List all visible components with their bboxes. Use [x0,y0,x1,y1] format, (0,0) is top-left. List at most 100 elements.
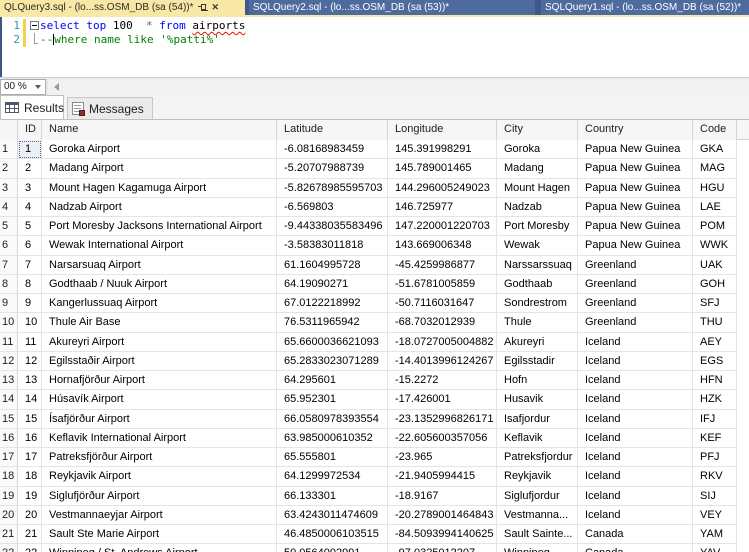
pin-icon[interactable] [197,3,208,12]
grid-cell[interactable]: 3 [18,178,42,198]
grid-cell[interactable]: Iceland [578,428,693,448]
grid-cell[interactable]: Sondrestrom [497,294,578,314]
chevron-down-icon[interactable] [32,80,44,93]
grid-cell[interactable]: 19 [18,486,42,506]
grid-cell[interactable]: 11 [18,332,42,352]
grid-cell[interactable]: -21.9405994415 [388,467,497,487]
grid-cell[interactable]: YAM [693,525,737,545]
grid-cell[interactable]: 146.725977 [388,197,497,217]
grid-cell[interactable]: Canada [578,544,693,552]
grid-cell[interactable]: Akureyri Airport [42,332,277,352]
grid-cell[interactable]: Papua New Guinea [578,217,693,237]
grid-cell[interactable]: Iceland [578,486,693,506]
grid-cell[interactable]: YAV [693,544,737,552]
grid-cell[interactable]: Reykjavik [497,467,578,487]
grid-cell[interactable]: Siglufjörður Airport [42,486,277,506]
document-tab-3[interactable]: SQLQuery1.sql - (lo...ss.OSM_DB (sa (52)… [541,0,749,15]
tab-messages[interactable]: Messages [67,97,153,119]
sql-editor[interactable]: 1 select top 100 * from airports 2 --where … [0,17,749,77]
grid-cell[interactable]: 13 [18,371,42,391]
grid-cell[interactable]: -18.9167 [388,486,497,506]
grid-cell[interactable]: -14.4013996124267 [388,351,497,371]
grid-cell[interactable]: IFJ [693,409,737,429]
grid-cell[interactable]: Iceland [578,505,693,525]
code-text[interactable]: --where name like '%patti%' [40,33,220,47]
grid-cell[interactable]: -3.58383011818 [277,236,388,256]
grid-cell[interactable]: 67.0122218992 [277,294,388,314]
grid-cell[interactable]: 9 [18,294,42,314]
grid-cell[interactable]: -68.7032012939 [388,313,497,333]
scroll-left-icon[interactable] [54,83,59,91]
grid-cell[interactable]: -45.4259986877 [388,255,497,275]
grid-cell[interactable]: VEY [693,505,737,525]
close-icon[interactable]: ✕ [212,0,220,15]
grid-cell[interactable]: Reykjavik Airport [42,467,277,487]
row-header[interactable]: 7 [0,255,18,275]
grid-cell[interactable]: 63.985000610352 [277,428,388,448]
grid-cell[interactable]: 21 [18,525,42,545]
grid-cell[interactable]: Papua New Guinea [578,159,693,179]
grid-cell[interactable]: UAK [693,255,737,275]
grid-cell[interactable]: Wewak International Airport [42,236,277,256]
grid-cell[interactable]: Nadzab [497,197,578,217]
grid-cell[interactable]: Iceland [578,351,693,371]
grid-cell[interactable]: 143.669006348 [388,236,497,256]
grid-cell[interactable]: 8 [18,274,42,294]
column-header-code[interactable]: Code [693,120,737,140]
grid-cell[interactable]: 65.555801 [277,448,388,468]
grid-cell[interactable]: -5.20707988739 [277,159,388,179]
grid-cell[interactable]: GOH [693,274,737,294]
grid-cell[interactable]: 65.6600036621093 [277,332,388,352]
grid-cell[interactable]: RKV [693,467,737,487]
row-header[interactable]: 3 [0,178,18,198]
row-header[interactable]: 20 [0,505,18,525]
grid-cell[interactable]: SIJ [693,486,737,506]
grid-cell[interactable]: Papua New Guinea [578,236,693,256]
grid-corner-cell[interactable] [0,120,18,140]
grid-cell[interactable]: Iceland [578,371,693,391]
editor-horizontal-scrollbar[interactable] [48,79,749,95]
grid-cell[interactable]: Greenland [578,294,693,314]
grid-cell[interactable]: Vestmanna... [497,505,578,525]
grid-cell[interactable]: 64.19090271 [277,274,388,294]
grid-cell[interactable]: 18 [18,467,42,487]
grid-cell[interactable]: 145.789001465 [388,159,497,179]
grid-cell[interactable]: PFJ [693,448,737,468]
grid-cell[interactable]: -84.5093994140625 [388,525,497,545]
grid-cell[interactable]: HGU [693,178,737,198]
grid-cell[interactable]: AEY [693,332,737,352]
grid-cell[interactable]: Ísafjörður Airport [42,409,277,429]
grid-cell[interactable]: Thule Air Base [42,313,277,333]
grid-cell[interactable]: 61.1604995728 [277,255,388,275]
grid-cell[interactable]: 12 [18,351,42,371]
grid-cell[interactable]: 64.1299972534 [277,467,388,487]
grid-cell[interactable]: -97.0325012207 [388,544,497,552]
grid-cell[interactable]: THU [693,313,737,333]
grid-cell[interactable]: Nadzab Airport [42,197,277,217]
grid-cell[interactable]: Keflavik [497,428,578,448]
grid-cell[interactable]: GKA [693,140,737,160]
grid-cell[interactable]: Siglufjordur [497,486,578,506]
grid-cell[interactable]: 7 [18,255,42,275]
grid-cell[interactable]: Port Moresby Jacksons International Airp… [42,217,277,237]
grid-cell[interactable]: Narssarssuaq [497,255,578,275]
grid-cell[interactable]: -22.605600357056 [388,428,497,448]
grid-cell[interactable]: 16 [18,428,42,448]
grid-cell[interactable]: POM [693,217,737,237]
row-header[interactable]: 22 [0,544,18,552]
grid-cell[interactable]: Húsavík Airport [42,390,277,410]
column-header-country[interactable]: Country [578,120,693,140]
grid-cell[interactable]: Godthaab [497,274,578,294]
grid-cell[interactable]: 22 [18,544,42,552]
tab-results[interactable]: Results [0,95,64,119]
grid-cell[interactable]: Iceland [578,390,693,410]
grid-cell[interactable]: Port Moresby [497,217,578,237]
grid-cell[interactable]: Mount Hagen Kagamuga Airport [42,178,277,198]
grid-cell[interactable]: -23.965 [388,448,497,468]
grid-cell[interactable]: EGS [693,351,737,371]
grid-cell[interactable]: Vestmannaeyjar Airport [42,505,277,525]
grid-cell[interactable]: Husavik [497,390,578,410]
grid-cell[interactable]: Sault Sainte... [497,525,578,545]
grid-cell[interactable]: Greenland [578,274,693,294]
grid-cell[interactable]: Hornafjörður Airport [42,371,277,391]
